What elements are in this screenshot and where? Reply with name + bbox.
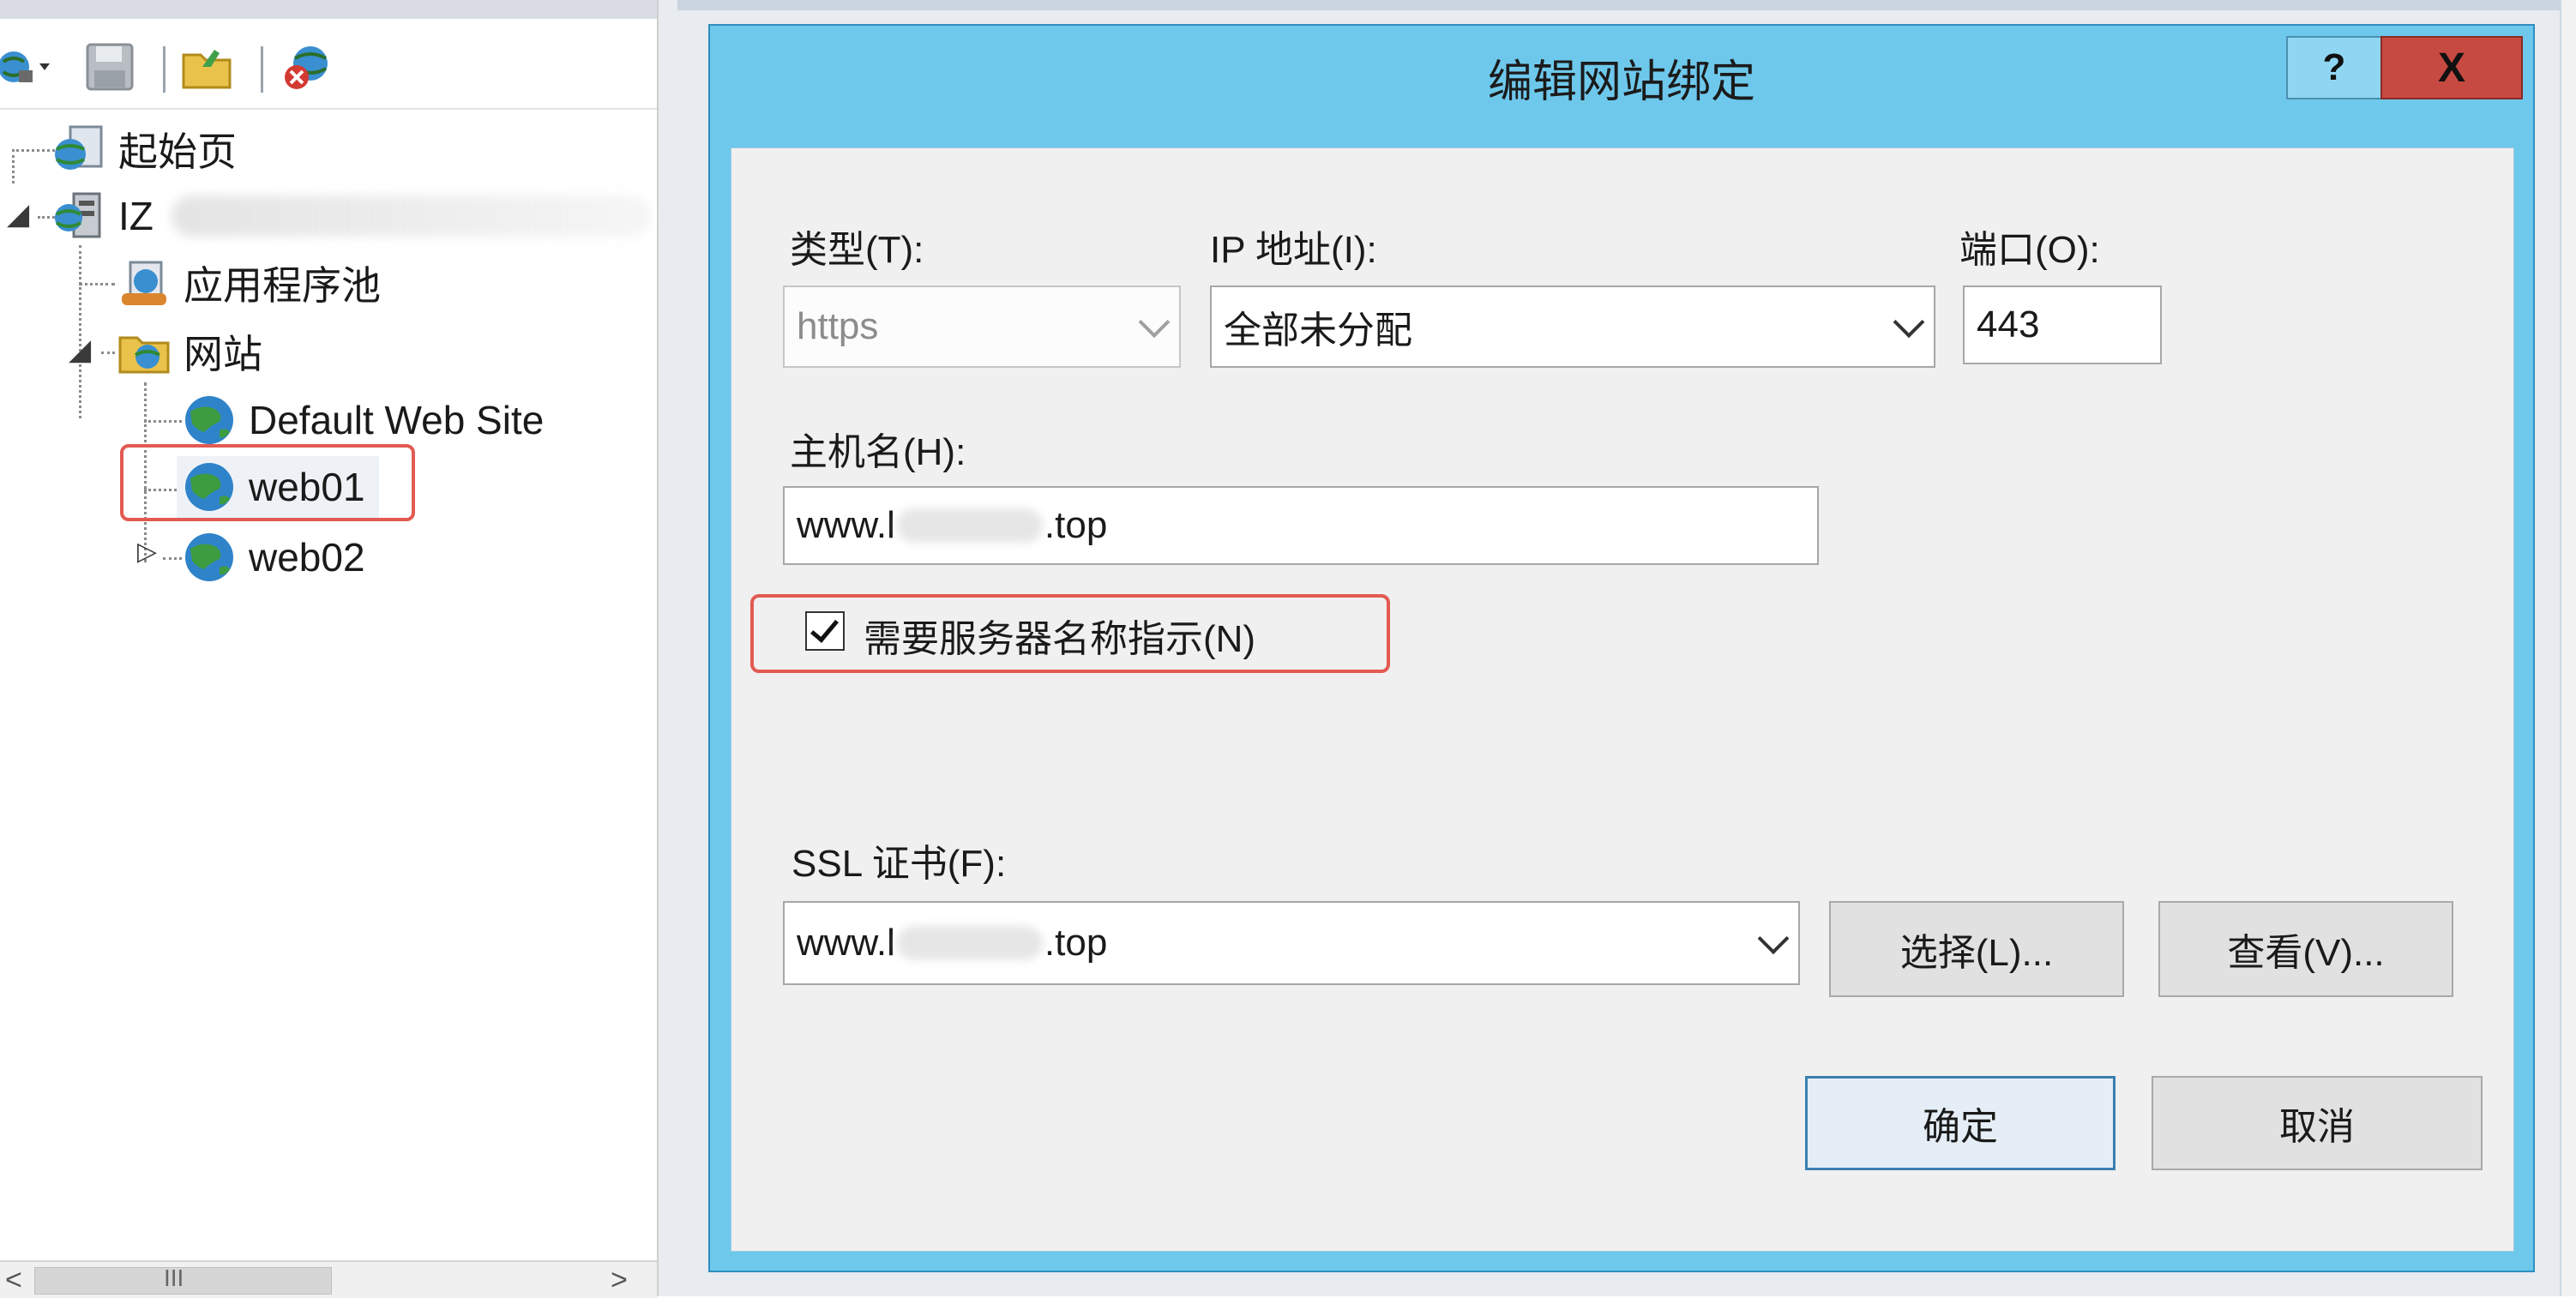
close-button[interactable]: X [2380,36,2523,99]
globe-icon [185,396,233,444]
port-input[interactable]: 443 [1963,285,2162,364]
start-page-icon [55,125,103,170]
select-certificate-button[interactable]: 选择(L)... [1829,901,2124,997]
scrollbar-thumb[interactable]: III [34,1265,332,1295]
collapse-arrow-icon[interactable]: ◢ [7,197,29,231]
tree-item-label: 起始页 [118,129,237,174]
scroll-left-arrow[interactable]: < [5,1264,22,1297]
tree-item-label: 应用程序池 [184,263,381,308]
tree-item-web02[interactable]: web02 [182,526,365,588]
tree-connector [163,557,182,560]
dialog-body: 类型(T): IP 地址(I): 端口(O): https 全部未分配 443 … [731,147,2514,1252]
chevron-down-icon [1138,306,1171,339]
toolbar-separator [261,46,263,93]
tree-item-sites[interactable]: 网站 [117,321,262,382]
tree-item-app-pools[interactable]: 应用程序池 [117,252,381,314]
open-folder-icon[interactable] [180,41,235,93]
globe-icon [185,533,233,581]
server-icon [55,192,101,238]
cancel-button[interactable]: 取消 [2152,1076,2483,1170]
connections-panel: 起始页 ◢ IZ 应用程序池 ◢ 网站 Default Web Site web… [0,0,659,1298]
tree-item-default-web-site[interactable]: Default Web Site [182,389,544,451]
collapse-arrow-icon[interactable]: ◢ [69,333,91,367]
save-icon[interactable] [82,41,137,93]
redacted-host-part [896,508,1043,543]
tree-item-label: 网站 [184,332,262,376]
tree-item-label: Default Web Site [249,398,545,442]
host-name-prefix: www.l [797,504,895,546]
tree-item-server[interactable]: IZ [51,185,153,247]
background-window-strip [677,0,2564,10]
chevron-down-icon [1757,922,1790,955]
thumb-grip: III [164,1265,184,1291]
dialog-title: 编辑网站绑定 [1487,57,1755,107]
ssl-certificate-label: SSL 证书(F): [791,843,1007,885]
tree-connector [12,149,15,183]
connections-tree: 起始页 ◢ IZ 应用程序池 ◢ 网站 Default Web Site web… [0,111,657,1252]
port-label: 端口(O): [1959,229,2100,271]
redacted-server-name [172,195,652,237]
view-certificate-button[interactable]: 查看(V)... [2158,901,2453,997]
host-name-suffix: .top [1044,504,1108,546]
host-name-input[interactable]: www.l .top [783,486,1819,565]
ssl-certificate-suffix: .top [1044,922,1108,964]
scroll-right-arrow[interactable]: > [611,1264,628,1297]
ssl-certificate-prefix: www.l [797,922,895,964]
type-select-value: https [797,305,879,347]
tree-item-label: IZ [118,194,153,238]
highlight-box-web01 [120,444,415,521]
connections-toolbar [0,26,657,110]
chevron-down-icon [1893,306,1925,339]
panel-header-strip [0,0,657,19]
background-window-edge [2560,0,2576,1296]
application-pool-icon [122,261,166,305]
ssl-certificate-select[interactable]: www.l .top [783,901,1800,985]
help-button[interactable]: ? [2286,36,2382,99]
ip-address-select[interactable]: 全部未分配 [1210,285,1935,368]
highlight-box-sni [750,594,1390,673]
tree-connector [79,283,115,285]
ip-address-label: IP 地址(I): [1210,229,1377,271]
tree-connector [101,352,115,354]
connect-globe-icon[interactable] [0,41,62,93]
toolbar-separator [163,46,166,93]
horizontal-scrollbar[interactable]: < III > [0,1260,657,1298]
tree-connector [12,149,55,152]
tree-connector [79,245,81,418]
redacted-certificate-part [896,926,1043,960]
type-label: 类型(T): [790,229,924,271]
tree-item-start-page[interactable]: 起始页 [51,118,237,180]
edit-site-binding-dialog: 编辑网站绑定 ? X 类型(T): IP 地址(I): 端口(O): https… [708,24,2535,1272]
tree-item-label: web02 [249,535,365,580]
host-name-label: 主机名(H): [790,431,966,473]
port-value: 443 [1977,303,2040,346]
ip-address-value: 全部未分配 [1224,309,1412,352]
tree-connector [144,420,182,423]
sites-folder-icon [118,336,170,374]
type-select: https [783,285,1181,368]
ok-button[interactable]: 确定 [1805,1076,2116,1170]
disconnect-icon[interactable] [278,41,340,93]
expand-arrow-icon[interactable]: ▷ [137,537,157,567]
